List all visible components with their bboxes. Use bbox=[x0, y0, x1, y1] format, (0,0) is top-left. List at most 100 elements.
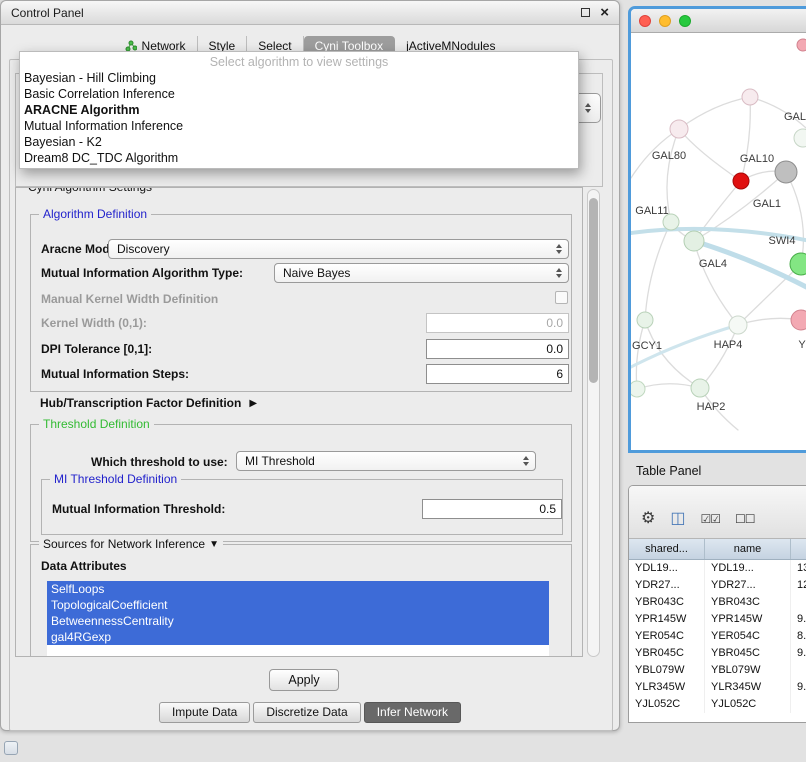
zoom-window-button[interactable] bbox=[679, 15, 691, 27]
network-node[interactable] bbox=[791, 310, 806, 330]
combo-arrows-icon bbox=[585, 103, 591, 113]
table-row[interactable]: YER054CYER054C8. bbox=[629, 628, 806, 645]
table-panel-window: ⚙ ◫ ☑☑ ☐☐ shared... name YDL19...YDL19..… bbox=[628, 485, 806, 723]
network-edge[interactable] bbox=[667, 129, 679, 222]
network-edge[interactable] bbox=[679, 97, 750, 129]
hub-definition-expander[interactable]: Hub/Transcription Factor Definition ▶ bbox=[40, 396, 257, 410]
close-window-button[interactable] bbox=[639, 15, 651, 27]
network-node[interactable] bbox=[670, 120, 688, 138]
mi-steps-input[interactable]: 6 bbox=[426, 364, 569, 384]
network-node[interactable] bbox=[729, 316, 747, 334]
network-edge[interactable] bbox=[645, 320, 700, 388]
algorithm-definition-group: Algorithm Definition Aracne Mode: Discov… bbox=[30, 214, 572, 392]
algorithm-option[interactable]: Bayesian - K2 bbox=[20, 134, 578, 150]
network-edge[interactable] bbox=[645, 222, 671, 320]
network-node[interactable] bbox=[775, 161, 797, 183]
network-node-label: HAP4 bbox=[714, 339, 743, 351]
algorithm-option[interactable]: Dream8 DC_TDC Algorithm bbox=[20, 150, 578, 166]
aracne-mode-select[interactable]: Discovery bbox=[108, 239, 569, 259]
mi-threshold-title: MI Threshold Definition bbox=[50, 472, 181, 486]
table-row[interactable]: YLR345WYLR345W9. bbox=[629, 679, 806, 696]
network-node[interactable] bbox=[797, 39, 806, 51]
table-row[interactable]: YBR045CYBR045C9. bbox=[629, 645, 806, 662]
table-cell bbox=[791, 696, 806, 713]
expand-right-icon: ▶ bbox=[249, 398, 257, 409]
network-edge[interactable] bbox=[741, 97, 750, 181]
network-node[interactable] bbox=[684, 231, 704, 251]
algorithm-option[interactable]: Basic Correlation Inference bbox=[20, 86, 578, 102]
kernel-width-input[interactable]: 0.0 bbox=[426, 313, 569, 333]
attribute-list-item[interactable]: TopologicalCoefficient bbox=[47, 597, 549, 613]
table-cell: YJL052C bbox=[629, 696, 705, 713]
table-cell: YER054C bbox=[629, 628, 705, 645]
table-cell: YPR145W bbox=[629, 611, 705, 628]
network-window-titlebar bbox=[631, 9, 806, 33]
table-row[interactable]: YDL19...YDL19...13 bbox=[629, 560, 806, 577]
which-threshold-value: MI Threshold bbox=[245, 454, 519, 468]
manual-kernel-width-checkbox[interactable] bbox=[555, 291, 568, 304]
network-edge[interactable] bbox=[679, 129, 741, 181]
combo-arrows-icon bbox=[556, 268, 562, 278]
mi-threshold-group: MI Threshold Definition Mutual Informati… bbox=[41, 479, 563, 535]
tab-infer-network[interactable]: Infer Network bbox=[364, 702, 461, 723]
column-header-extra[interactable] bbox=[791, 539, 806, 559]
table-cell bbox=[791, 594, 806, 611]
select-all-columns-icon[interactable]: ☑☑ bbox=[700, 509, 720, 529]
network-graph[interactable]: GAL80GALGAL10GAL11GAL1SWI4GAL4GCY1HAP4YH… bbox=[631, 33, 806, 450]
kernel-width-label: Kernel Width (0,1): bbox=[41, 316, 147, 330]
attribute-list-item[interactable]: gal4RGexp bbox=[47, 629, 549, 645]
algorithm-combobox-fragment[interactable] bbox=[577, 93, 601, 123]
close-panel-icon[interactable]: × bbox=[600, 6, 609, 20]
sources-group-header[interactable]: Sources for Network Inference ▼ bbox=[39, 537, 223, 551]
float-panel-icon[interactable] bbox=[581, 8, 590, 17]
dpi-tolerance-input[interactable]: 0.0 bbox=[426, 339, 569, 359]
combo-arrows-icon bbox=[523, 456, 529, 466]
deselect-all-columns-icon[interactable]: ☐☐ bbox=[735, 509, 755, 529]
table-settings-gear-icon[interactable]: ⚙ bbox=[641, 509, 655, 529]
network-node[interactable] bbox=[794, 129, 806, 147]
mi-algorithm-type-select[interactable]: Naive Bayes bbox=[274, 263, 569, 283]
network-node[interactable] bbox=[742, 89, 758, 105]
minimize-window-button[interactable] bbox=[659, 15, 671, 27]
network-node[interactable] bbox=[733, 173, 749, 189]
algorithm-option[interactable]: Bayesian - Hill Climbing bbox=[20, 70, 578, 86]
attribute-list-item[interactable]: BetweennessCentrality bbox=[47, 613, 549, 629]
algorithm-option[interactable]: Mutual Information Inference bbox=[20, 118, 578, 134]
table-cell: YJL052C bbox=[705, 696, 791, 713]
settings-scrollbar-thumb[interactable] bbox=[589, 198, 598, 383]
attribute-list-item[interactable]: SelfLoops bbox=[47, 581, 549, 597]
column-header-name[interactable]: name bbox=[705, 539, 791, 559]
settings-group-title: Cyni Algorithm Settings bbox=[24, 187, 156, 194]
mi-algorithm-type-label: Mutual Information Algorithm Type: bbox=[41, 266, 243, 280]
algorithm-option[interactable]: ARACNE Algorithm bbox=[20, 102, 578, 118]
network-canvas[interactable]: GAL80GALGAL10GAL11GAL1SWI4GAL4GCY1HAP4YH… bbox=[631, 33, 806, 450]
control-panel-window: Control Panel × Network Style Select bbox=[0, 0, 620, 731]
which-threshold-select[interactable]: MI Threshold bbox=[236, 451, 536, 471]
table-row[interactable]: YPR145WYPR145W9. bbox=[629, 611, 806, 628]
mi-threshold-input[interactable]: 0.5 bbox=[422, 499, 562, 519]
mi-algorithm-type-value: Naive Bayes bbox=[283, 266, 552, 280]
table-cell: YLR345W bbox=[705, 679, 791, 696]
table-row[interactable]: YBL079WYBL079W bbox=[629, 662, 806, 679]
apply-button[interactable]: Apply bbox=[269, 669, 339, 691]
settings-scrollbar[interactable] bbox=[587, 189, 600, 657]
table-row[interactable]: YJL052CYJL052C bbox=[629, 696, 806, 713]
network-node-label: HAP2 bbox=[697, 401, 726, 413]
table-row[interactable]: YDR27...YDR27...12 bbox=[629, 577, 806, 594]
network-node[interactable] bbox=[691, 379, 709, 397]
tab-discretize-data[interactable]: Discretize Data bbox=[253, 702, 360, 723]
table-row[interactable]: YBR043CYBR043C bbox=[629, 594, 806, 611]
network-node[interactable] bbox=[637, 312, 653, 328]
table-cell: YDR27... bbox=[629, 577, 705, 594]
network-edge[interactable] bbox=[636, 320, 645, 389]
network-edge[interactable] bbox=[786, 172, 803, 264]
combo-arrows-icon bbox=[556, 244, 562, 254]
tab-impute-data[interactable]: Impute Data bbox=[159, 702, 250, 723]
collapsed-panel-icon[interactable] bbox=[4, 741, 18, 755]
table-panel-title: Table Panel bbox=[636, 464, 701, 478]
attribute-list[interactable]: SelfLoopsTopologicalCoefficientBetweenne… bbox=[47, 581, 549, 657]
column-header-shared-name[interactable]: shared... bbox=[629, 539, 705, 559]
network-node[interactable] bbox=[631, 381, 645, 397]
column-visibility-icon[interactable]: ◫ bbox=[670, 509, 685, 529]
table-cell: 8. bbox=[791, 628, 806, 645]
